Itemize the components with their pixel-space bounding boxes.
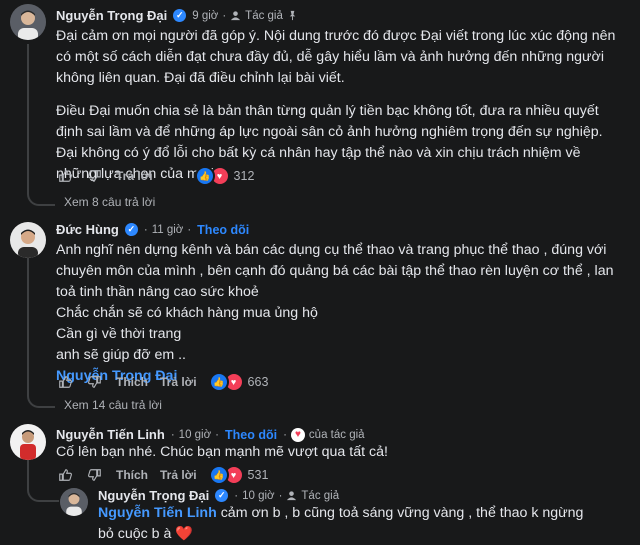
thread-line: [27, 250, 29, 396]
dislike-icon[interactable]: [88, 375, 102, 389]
like-icon[interactable]: [58, 375, 72, 389]
like-text-button[interactable]: Thích: [116, 468, 148, 482]
comment-text: Chắc chắn sẽ có khách hàng mua ủng hộ: [56, 305, 318, 321]
like-reaction-icon: 👍: [208, 372, 229, 392]
thread-line: [27, 44, 29, 194]
like-reaction-icon: 👍: [208, 465, 229, 485]
author-heart-icon: ♥: [290, 427, 305, 442]
avatar[interactable]: [10, 424, 46, 460]
comment-author[interactable]: Đức Hùng: [56, 222, 119, 237]
comment-time[interactable]: 10 giờ: [179, 429, 211, 441]
thread-connector: [27, 382, 55, 408]
like-reaction-icon: 👍: [194, 166, 215, 186]
reaction-count: 531: [247, 468, 269, 482]
author-badge-icon: [231, 11, 241, 21]
thread-connector: [27, 476, 59, 502]
reply-button[interactable]: Trả lời: [160, 375, 197, 389]
comment-author[interactable]: Nguyễn Tiến Linh: [56, 427, 165, 442]
view-replies-button[interactable]: Xem 14 câu trả lời: [64, 398, 162, 412]
comment-time[interactable]: 11 giờ: [152, 224, 184, 236]
reply-button[interactable]: Trả lời: [116, 169, 153, 183]
like-icon[interactable]: [58, 468, 72, 482]
comment-text: anh sẽ giúp đỡ em ..: [56, 347, 186, 363]
dislike-icon[interactable]: [88, 169, 102, 183]
follow-button[interactable]: Theo dõi: [225, 428, 277, 442]
author-label: Tác giả: [245, 9, 283, 22]
comment-author[interactable]: Nguyễn Trọng Đại: [98, 488, 209, 503]
reply-button[interactable]: Trả lời: [160, 468, 197, 482]
author-reacted-label: của tác giả: [308, 428, 365, 441]
comment-author[interactable]: Nguyễn Trọng Đại: [56, 8, 167, 23]
author-label: Tác giả: [301, 489, 340, 502]
verified-icon: ✓: [173, 9, 187, 22]
comment-text: Anh nghĩ nên dựng kênh và bán các dụng c…: [56, 242, 614, 300]
avatar[interactable]: [10, 222, 46, 258]
like-icon[interactable]: [58, 169, 72, 183]
reaction-summary[interactable]: 👍 ♥ 663: [208, 372, 269, 392]
mention-link[interactable]: Nguyễn Tiến Linh: [98, 505, 217, 521]
author-badge-icon: [287, 491, 297, 501]
pin-icon: [289, 10, 296, 21]
dislike-icon[interactable]: [88, 468, 102, 482]
like-text-button[interactable]: Thích: [116, 375, 148, 389]
comment-text: Cố lên bạn nhé. Chúc bạn mạnh mẽ vượt qu…: [56, 444, 388, 460]
view-replies-button[interactable]: Xem 8 câu trả lời: [64, 195, 155, 209]
reaction-count: 663: [247, 375, 269, 389]
verified-icon: ✓: [124, 223, 138, 236]
avatar[interactable]: [60, 488, 88, 516]
verified-icon: ✓: [215, 489, 229, 502]
follow-button[interactable]: Theo dõi: [197, 223, 249, 237]
reaction-count: 312: [233, 169, 255, 183]
comment-time[interactable]: 9 giờ: [192, 10, 218, 22]
comment-text: Cần gì về thời trang: [56, 326, 182, 342]
reaction-summary[interactable]: 👍 ♥ 312: [194, 166, 255, 186]
avatar[interactable]: [10, 4, 46, 40]
comment-time[interactable]: 10 giờ: [242, 490, 274, 502]
thread-connector: [27, 180, 55, 206]
comment-paragraph: Đại cảm ơn mọi người đã góp ý. Nội dung …: [56, 28, 616, 86]
reaction-summary[interactable]: 👍 ♥ 531: [208, 465, 269, 485]
